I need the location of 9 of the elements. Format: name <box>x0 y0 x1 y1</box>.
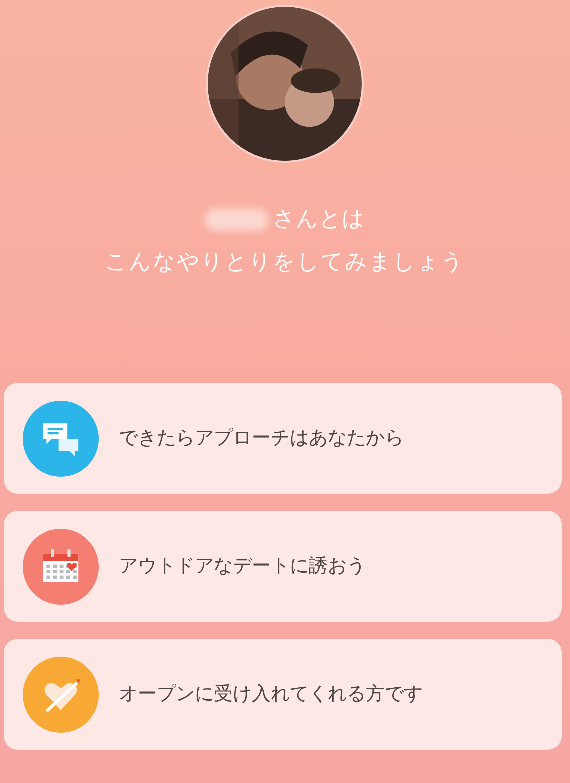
suggestion-card[interactable]: アウトドアなデートに誘おう <box>4 511 562 622</box>
suggestion-text: できたらアプローチはあなたから <box>119 426 404 452</box>
suggestion-card[interactable]: オープンに受け入れてくれる方です <box>4 639 562 750</box>
suggestion-text: オープンに受け入れてくれる方です <box>119 682 423 708</box>
blurred-name <box>205 208 269 230</box>
suggestion-card[interactable]: できたらアプローチはあなたから <box>4 383 562 494</box>
subtitle: こんなやりとりをしてみましょう <box>105 249 465 277</box>
name-suffix: さんとは <box>273 206 365 234</box>
suggestion-text: アウトドアなデートに誘おう <box>119 554 366 580</box>
